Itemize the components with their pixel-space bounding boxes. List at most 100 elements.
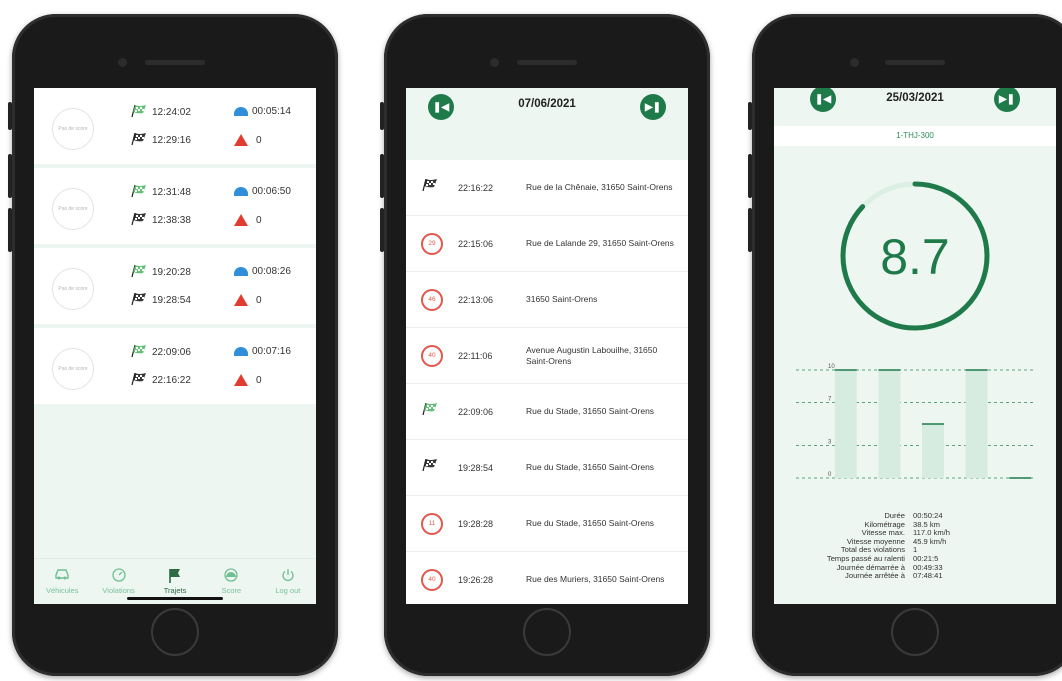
start-time: 22:09:06 <box>152 347 191 358</box>
power-icon <box>280 568 296 582</box>
start-flag-icon <box>130 264 152 281</box>
side-button <box>748 102 752 130</box>
home-indicator <box>127 597 223 600</box>
event-row[interactable]: 29 22:15:06 Rue de Lalande 29, 31650 Saint… <box>406 216 688 272</box>
trip-violations: 0 <box>234 294 262 306</box>
score-placeholder: Pas de score <box>52 108 94 150</box>
event-address: Rue de la Chênaie, 31650 Saint-Orens <box>526 182 673 192</box>
event-time: 19:28:54 <box>458 462 494 473</box>
y-tick-label: 7 <box>828 396 832 402</box>
event-time: 22:11:06 <box>458 350 493 361</box>
event-address: Rue du Stade, 31650 Saint-Orens <box>526 518 655 528</box>
violation-count: 0 <box>256 134 262 146</box>
vehicle-plate[interactable]: 1-THJ-300 <box>774 126 1056 146</box>
trip-start: 19:20:28 <box>130 264 191 281</box>
violation-count: 0 <box>256 294 262 306</box>
score-panel: ❚◀ 25/03/2021 ▶❚ 1-THJ-300 8.710730Condu… <box>774 88 1056 604</box>
trip-violations: 0 <box>234 214 262 226</box>
event-address: Avenue Augustin Labouilhe, 31650 Saint-O… <box>526 344 658 366</box>
stat-row: Journée arrêtée à 07:48:41 <box>774 572 1056 581</box>
tab-label: Véhicules <box>45 586 79 595</box>
next-day-button[interactable]: ▶❚ <box>994 88 1020 112</box>
trip-detail-screen: ❚◀ 07/06/2021 ▶❚ 22:16:22 Rue de la Chêna… <box>406 88 688 604</box>
event-row[interactable]: 19:28:54 Rue du Stade, 31650 Saint-Orens <box>406 440 688 496</box>
bar <box>965 370 988 478</box>
skip-forward-icon: ▶❚ <box>998 93 1016 105</box>
next-day-button[interactable]: ▶❚ <box>640 94 666 120</box>
score-value: 8.7 <box>880 229 950 285</box>
trip-start: 12:24:02 <box>130 104 191 121</box>
start-time: 19:20:28 <box>152 267 191 278</box>
event-address: Rue du Stade, 31650 Saint-Orens <box>526 406 655 416</box>
duration-value: 00:05:14 <box>252 106 291 117</box>
home-button[interactable] <box>151 608 199 656</box>
trip-list: Pas de score 12:24:02 12:29:16 00:05:14 0 Pas… <box>34 88 316 604</box>
side-button <box>8 154 12 198</box>
event-row[interactable]: 40 19:26:28 Rue des Muriers, 31650 Saint-O… <box>406 552 688 604</box>
end-flag-icon <box>130 292 152 309</box>
trip-end: 22:16:22 <box>130 372 191 389</box>
trip-duration: 00:08:26 <box>234 266 291 277</box>
gauge-icon <box>234 107 248 116</box>
score-screen: ❚◀ 25/03/2021 ▶❚ 1-THJ-300 8.710730Condu… <box>774 88 1056 604</box>
event-row[interactable]: 22:09:06 Rue du Stade, 31650 Saint-Orens <box>406 384 688 440</box>
event-time: 22:16:22 <box>458 182 494 193</box>
y-tick-label: 3 <box>828 440 832 446</box>
front-camera <box>850 58 859 67</box>
side-button <box>380 102 384 130</box>
side-button <box>8 208 12 252</box>
event-row[interactable]: 22:16:22 Rue de la Chênaie, 31650 Saint-O… <box>406 160 688 216</box>
event-row[interactable]: 11 19:28:28 Rue du Stade, 31650 Saint-Oren… <box>406 496 688 552</box>
gauge-icon <box>223 568 239 582</box>
end-flag-icon <box>130 132 152 149</box>
event-address: Rue des Muriers, 31650 Saint-Orens <box>526 574 665 584</box>
y-tick-label: 10 <box>828 364 835 370</box>
warning-icon <box>234 134 248 146</box>
start-flag-icon <box>130 184 152 201</box>
speed-limit-icon: 29 <box>421 232 443 255</box>
event-row[interactable]: 40 22:11:06 Avenue Augustin Labouilhe, 316… <box>406 328 688 384</box>
gauge-icon <box>234 187 248 196</box>
side-button <box>8 102 12 130</box>
event-row[interactable]: 46 22:13:06 31650 Saint-Orens <box>406 272 688 328</box>
stat-label: Journée arrêtée à <box>845 571 905 581</box>
score-placeholder: Pas de score <box>52 188 94 230</box>
earpiece <box>517 60 577 65</box>
warning-icon <box>234 374 248 386</box>
phone-score: ❚◀ 25/03/2021 ▶❚ 1-THJ-300 8.710730Condu… <box>748 14 1062 676</box>
trip-card[interactable]: Pas de score 12:31:48 12:38:38 00:06:50 0 <box>34 168 316 248</box>
event-time: 19:26:28 <box>458 574 494 585</box>
violation-count: 0 <box>256 214 262 226</box>
car-icon <box>54 568 70 582</box>
date-header: ❚◀ 07/06/2021 ▶❚ <box>406 88 688 132</box>
score-placeholder: Pas de score <box>52 268 94 310</box>
phone-trip-detail: ❚◀ 07/06/2021 ▶❚ 22:16:22 Rue de la Chêna… <box>380 14 710 676</box>
home-button[interactable] <box>891 608 939 656</box>
start-time: 12:31:48 <box>152 187 191 198</box>
speed-limit-icon: 46 <box>421 288 443 311</box>
home-button[interactable] <box>523 608 571 656</box>
trip-violations: 0 <box>234 374 262 386</box>
trip-end: 12:29:16 <box>130 132 191 149</box>
end-flag-icon <box>130 372 152 389</box>
side-button <box>380 208 384 252</box>
trip-card[interactable]: Pas de score 22:09:06 22:16:22 00:07:16 0 <box>34 328 316 408</box>
tab-logout[interactable]: Log out <box>260 559 316 604</box>
trip-duration: 00:06:50 <box>234 186 291 197</box>
tab-label: Log out <box>275 586 301 595</box>
start-flag-icon <box>421 402 443 421</box>
trip-stats: Durée 00:50:24 Kilométrage 38.5 km Vitesse… <box>774 511 1056 581</box>
trip-start: 12:31:48 <box>130 184 191 201</box>
speed-limit-icon: 40 <box>421 344 443 367</box>
event-time: 19:28:28 <box>458 518 494 529</box>
trip-card[interactable]: Pas de score 19:20:28 19:28:54 00:08:26 0 <box>34 248 316 328</box>
earpiece <box>145 60 205 65</box>
tab-vehicles[interactable]: Véhicules <box>34 559 90 604</box>
front-camera <box>490 58 499 67</box>
end-time: 12:29:16 <box>152 135 191 146</box>
duration-value: 00:07:16 <box>252 346 291 357</box>
tab-label: Score <box>221 586 242 595</box>
duration-value: 00:06:50 <box>252 186 291 197</box>
bar <box>922 424 944 478</box>
trip-card[interactable]: Pas de score 12:24:02 12:29:16 00:05:14 0 <box>34 88 316 168</box>
